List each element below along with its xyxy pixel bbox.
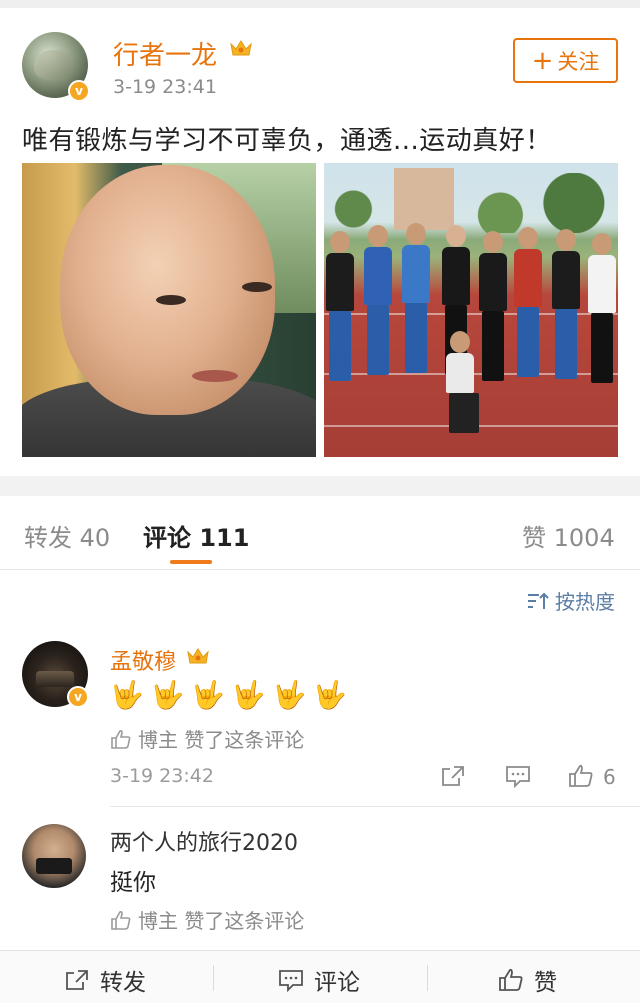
- verified-badge-icon: v: [68, 80, 90, 102]
- comment-button-label: 评论: [314, 970, 360, 996]
- tab-reposts[interactable]: 转发 40: [24, 518, 110, 553]
- reply-icon[interactable]: [505, 764, 531, 788]
- follow-button[interactable]: + 关注: [513, 38, 618, 83]
- comment-icon: [279, 970, 303, 992]
- comment-like-count: 6: [603, 765, 616, 789]
- tab-comments-label: 评论: [143, 524, 191, 552]
- repost-button-label: 转发: [100, 970, 146, 996]
- tab-reposts-count: 40: [79, 524, 111, 552]
- bar-divider: [427, 965, 428, 991]
- plus-icon: +: [531, 45, 554, 76]
- crown-icon: [187, 648, 209, 664]
- tab-comments-count: 111: [199, 524, 250, 552]
- commenter-name[interactable]: 孟敬穆: [110, 644, 176, 676]
- section-separator: [0, 476, 640, 496]
- tab-comments[interactable]: 评论 111: [143, 518, 249, 553]
- crown-icon: [230, 40, 252, 56]
- bar-divider: [213, 965, 214, 991]
- post-photo-selfie[interactable]: [22, 163, 316, 457]
- author-name[interactable]: 行者一龙: [113, 35, 217, 72]
- active-tab-indicator: [170, 560, 212, 564]
- tab-likes[interactable]: 赞 1004: [522, 518, 615, 553]
- repost-icon: [66, 970, 88, 990]
- comment-button[interactable]: 评论: [278, 963, 360, 997]
- sort-by-hot-button[interactable]: 按热度: [527, 586, 615, 615]
- commenter-name[interactable]: 两个人的旅行2020: [110, 825, 298, 857]
- bottom-action-bar: 转发 评论 赞: [0, 950, 640, 1003]
- follow-label: 关注: [557, 49, 600, 74]
- comment-text: 🤟🤟🤟🤟🤟🤟: [110, 680, 354, 711]
- comment-divider: [110, 806, 640, 807]
- author-liked-note: 博主 赞了这条评论: [110, 905, 304, 934]
- comment-text: 挺你: [110, 870, 156, 896]
- author-liked-text: 博主 赞了这条评论: [138, 728, 305, 752]
- author-liked-text: 博主 赞了这条评论: [138, 909, 305, 933]
- verified-badge-icon: v: [67, 686, 89, 708]
- repost-icon[interactable]: [440, 764, 466, 788]
- post-time: 3-19 23:41: [113, 76, 217, 98]
- author-liked-note: 博主 赞了这条评论: [110, 724, 304, 753]
- sort-label: 按热度: [555, 590, 615, 614]
- like-button[interactable]: 赞: [498, 963, 557, 997]
- tabs-divider: [0, 569, 640, 570]
- tab-likes-count: 1004: [553, 524, 615, 552]
- thumbs-up-icon: [111, 910, 131, 930]
- like-button-label: 赞: [534, 970, 557, 996]
- like-icon: [499, 968, 523, 991]
- thumbs-up-icon: [111, 729, 131, 749]
- sort-icon: [528, 592, 549, 609]
- top-gap: [0, 0, 640, 8]
- post-text: 唯有锻炼与学习不可辜负，通透...运动真好！: [22, 126, 552, 156]
- like-icon[interactable]: [568, 764, 594, 788]
- post-photo-group[interactable]: [324, 163, 618, 457]
- tab-likes-label: 赞: [522, 524, 546, 552]
- repost-button[interactable]: 转发: [64, 963, 146, 997]
- comment-time: 3-19 23:42: [110, 765, 214, 787]
- tab-reposts-label: 转发: [24, 524, 72, 552]
- commenter-avatar[interactable]: [22, 824, 86, 888]
